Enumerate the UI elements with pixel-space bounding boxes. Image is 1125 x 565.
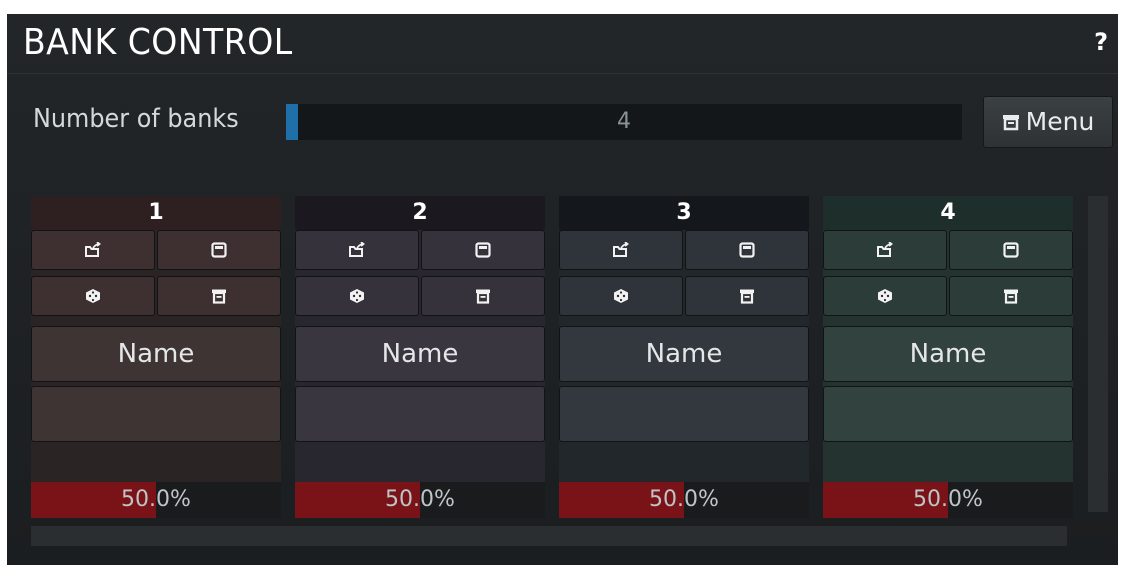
bank-4: 4 Name 50.0% [823,196,1073,518]
bank-load-button[interactable] [559,230,683,270]
bank-percent-slider[interactable]: 50.0% [559,482,809,518]
bank-body: Name 50.0% [295,230,545,518]
bank-3: 3 Name 50.0% [559,196,809,518]
horizontal-scrollbar[interactable] [31,526,1067,546]
bank-save-button[interactable] [685,230,809,270]
bank-blank-button[interactable] [295,386,545,442]
bank-header: 2 [295,196,545,230]
save-icon [211,242,227,258]
bank-randomize-button[interactable] [295,276,419,316]
bank-2: 2 Name 50.0% [295,196,545,518]
bank-control-panel: BANK CONTROL ? Number of banks 4 Menu 1N… [7,14,1118,565]
load-icon [612,242,630,258]
bank-name-button[interactable]: Name [559,326,809,382]
bank-menu-button[interactable] [421,276,545,316]
bank-load-button[interactable] [31,230,155,270]
number-of-banks-label: Number of banks [33,104,239,134]
bank-blank-button[interactable] [823,386,1073,442]
bank-body: Name 50.0% [559,230,809,518]
bank-save-button[interactable] [949,230,1073,270]
bank-load-button[interactable] [823,230,947,270]
randomize-icon [349,288,365,304]
bank-save-button[interactable] [421,230,545,270]
bank-save-button[interactable] [157,230,281,270]
vertical-scrollbar[interactable] [1088,196,1108,512]
bank-blank-button[interactable] [559,386,809,442]
bank-name-button[interactable]: Name [295,326,545,382]
bank-blank-button[interactable] [31,386,281,442]
save-icon [1003,242,1019,258]
bank-header: 1 [31,196,281,230]
bank-menu-button[interactable] [685,276,809,316]
bank-randomize-button[interactable] [823,276,947,316]
bank-load-button[interactable] [295,230,419,270]
save-icon [475,242,491,258]
load-icon [348,242,366,258]
bank-1: 1 Name 50.0% [31,196,281,518]
title-bar: BANK CONTROL ? [7,14,1118,74]
bank-randomize-button[interactable] [31,276,155,316]
bank-name-button[interactable]: Name [31,326,281,382]
number-of-banks-slider[interactable]: 4 [286,104,962,140]
menu-icon [1003,288,1019,304]
menu-button-label: Menu [1025,107,1095,136]
bank-percent-value: 50.0% [913,487,983,512]
bank-body: Name 50.0% [31,230,281,518]
randomize-icon [85,288,101,304]
bank-name-button[interactable]: Name [823,326,1073,382]
bank-percent-value: 50.0% [385,487,455,512]
bank-percent-value: 50.0% [121,487,191,512]
bank-body: Name 50.0% [823,230,1073,518]
menu-icon [211,288,227,304]
bank-header: 3 [559,196,809,230]
menu-icon [739,288,755,304]
bank-randomize-button[interactable] [559,276,683,316]
bank-percent-slider[interactable]: 50.0% [295,482,545,518]
bank-percent-slider[interactable]: 50.0% [31,482,281,518]
bank-header: 4 [823,196,1073,230]
menu-button[interactable]: Menu [983,96,1113,148]
bank-percent-value: 50.0% [649,487,719,512]
randomize-icon [613,288,629,304]
panel-title: BANK CONTROL [23,22,293,63]
menu-icon [1002,98,1020,148]
save-icon [739,242,755,258]
load-icon [84,242,102,258]
banks-area: 1 Name 50.0% 2 Name 50.0% 3 Name 50.0% 4 Name 50.0% [31,196,1091,518]
menu-icon [475,288,491,304]
bank-menu-button[interactable] [949,276,1073,316]
randomize-icon [877,288,893,304]
bank-menu-button[interactable] [157,276,281,316]
number-of-banks-value: 4 [617,109,631,134]
load-icon [876,242,894,258]
bank-percent-slider[interactable]: 50.0% [823,482,1073,518]
help-button[interactable]: ? [1094,28,1108,56]
